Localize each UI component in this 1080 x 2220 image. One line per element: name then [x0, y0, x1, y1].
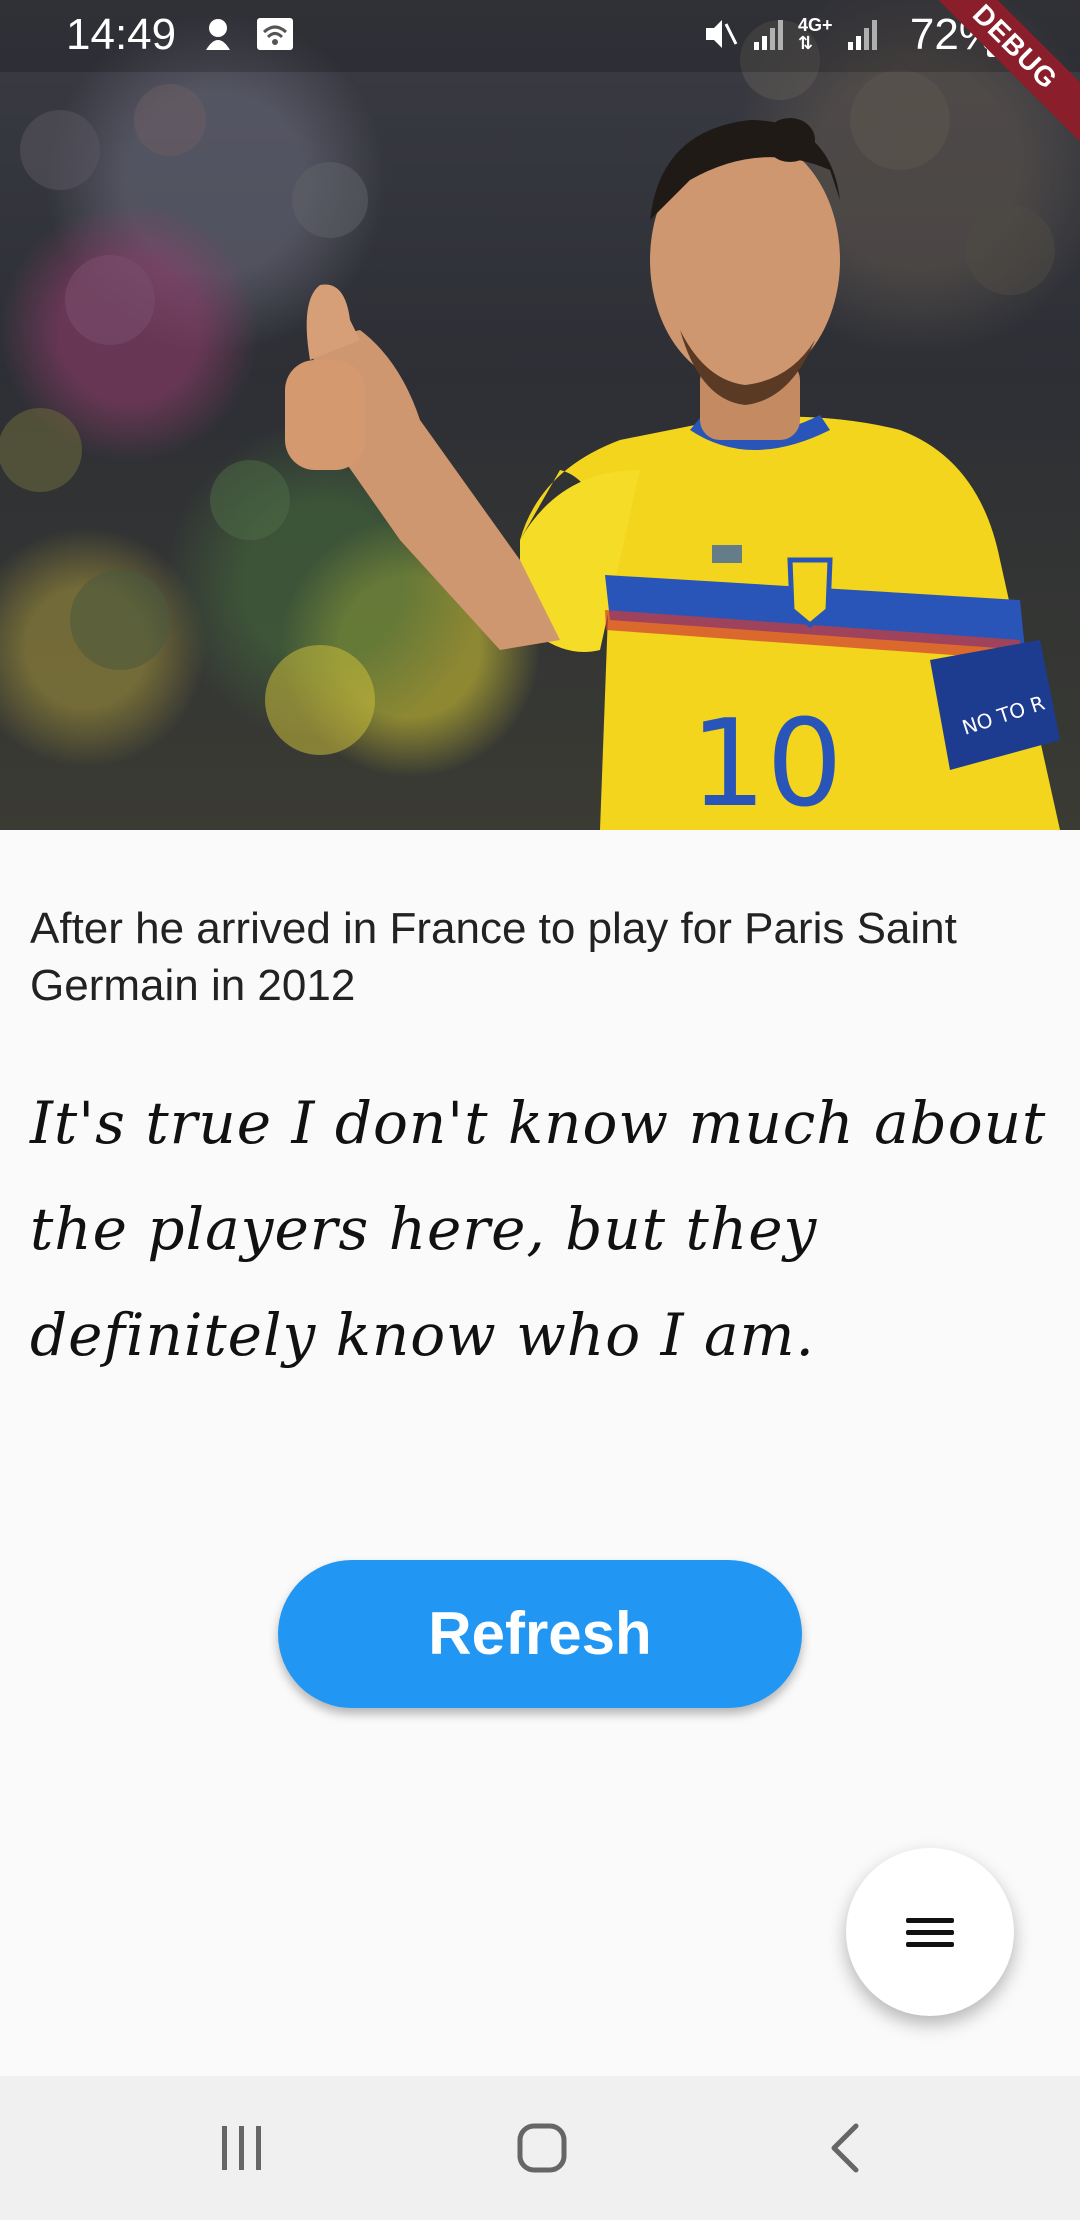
status-time: 14:49 — [66, 10, 177, 59]
wifi-icon — [256, 14, 294, 65]
mute-icon — [700, 14, 740, 65]
home-icon[interactable] — [512, 2118, 572, 2178]
4g-icon: 4G+ ⇅ — [798, 15, 833, 53]
signal-icon — [752, 14, 788, 65]
signal-icon-2 — [846, 14, 882, 65]
recents-icon[interactable] — [212, 2118, 272, 2178]
player-illustration: 10 NO TO R — [0, 20, 1060, 830]
quote-text: It's true I don't know much about the pl… — [30, 1089, 1047, 1369]
menu-fab-button[interactable] — [846, 1848, 1014, 2016]
svg-text:10: 10 — [690, 695, 843, 830]
caption-text: After he arrived in France to play for P… — [30, 904, 957, 1010]
notification-icon — [200, 14, 236, 65]
system-nav-bar — [0, 2076, 1080, 2220]
status-bar: 14:49 4G+ ⇅ 72% DEBUG — [0, 0, 1080, 158]
refresh-button[interactable]: Refresh — [278, 1560, 802, 1708]
hero-image: 10 NO TO R — [0, 0, 1080, 830]
back-icon[interactable] — [816, 2118, 876, 2178]
